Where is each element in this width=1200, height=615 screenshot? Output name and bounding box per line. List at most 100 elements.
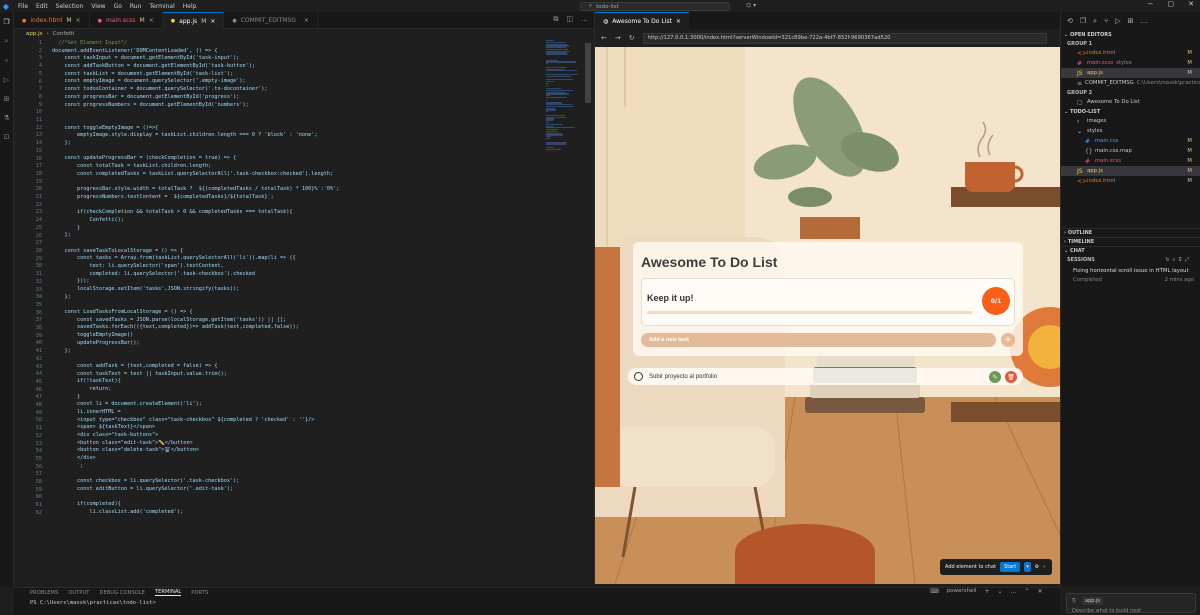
task-input[interactable]: Add a new task [641, 333, 996, 347]
sidebar-file-item[interactable]: # main.css M [1061, 136, 1200, 146]
chevron-down-icon[interactable]: ▾ [1024, 562, 1031, 572]
menu-item-go[interactable]: Go [114, 3, 122, 10]
editor-tab[interactable]: ● COMMIT_EDITMSG × [224, 12, 318, 29]
menu-item-terminal[interactable]: Terminal [149, 3, 174, 10]
breadcrumb: app.js › Confetti [14, 29, 594, 38]
sidebar-file-item[interactable]: <> index.html M [1061, 176, 1200, 186]
edit-task-button[interactable]: ✎ [989, 371, 1001, 383]
panel-tab-debug-console[interactable]: DEBUG CONSOLE [99, 590, 144, 596]
menu-item-run[interactable]: Run [130, 3, 142, 10]
project-header[interactable]: ⌄ TODO-LIST [1061, 107, 1200, 116]
line-number: 33 [35, 286, 42, 293]
browser-tab[interactable]: ◍ Awesome To Do List × [595, 12, 689, 29]
split-editor-icon[interactable]: ◫ [566, 15, 573, 24]
sessions-actions-icon[interactable]: ↻⌕⊽⤢ [1165, 257, 1192, 263]
breadcrumb-symbol[interactable]: Confetti [53, 31, 75, 37]
editor-tab[interactable]: ● main.scss M × [90, 12, 163, 29]
sidebar-file-item[interactable]: JS app.js M [1061, 68, 1200, 78]
panel-tab-output[interactable]: OUTPUT [68, 590, 89, 596]
source-control-icon[interactable]: ⑂ [1104, 17, 1108, 25]
terminal-shell[interactable]: powershell [947, 588, 977, 595]
attach-icon[interactable]: ⎘ [1072, 598, 1076, 604]
run-debug-icon[interactable]: ▷ [4, 76, 9, 84]
search-icon[interactable]: ⌕ [1093, 17, 1097, 26]
breadcrumb-file[interactable]: app.js [26, 31, 43, 37]
close-icon[interactable]: ✕ [1188, 0, 1194, 8]
menu-item-view[interactable]: View [91, 3, 105, 10]
timeline-header[interactable]: › TIMELINE [1061, 237, 1200, 246]
chat-session-item[interactable]: Fixing horizontal scroll issue in HTML l… [1061, 264, 1200, 283]
sidebar-file-item[interactable]: {} main.css.map M [1061, 146, 1200, 156]
sidebar-file-item[interactable]: › images [1061, 116, 1200, 126]
line-number: 27 [35, 240, 42, 247]
scrollbar-thumb[interactable] [585, 43, 591, 103]
editor-scrollbar[interactable] [584, 38, 592, 584]
gear-icon[interactable]: ⚙ [1035, 564, 1039, 570]
remote-icon[interactable]: ⊡ [4, 133, 10, 141]
minimize-icon[interactable]: − [1148, 0, 1154, 8]
editor-tab[interactable]: ● app.js M × [162, 12, 225, 29]
close-panel-icon[interactable]: ✕ [1038, 588, 1043, 595]
code-editor[interactable]: 1 2 3 4 5 6 7 8 9 10 11 12 13 14 15 16 17 18 19 20 21 22 23 24 2… [14, 38, 594, 584]
more-icon[interactable]: … [1011, 588, 1017, 595]
panel-tab-problems[interactable]: PROBLEMS [30, 590, 58, 596]
maximize-icon[interactable]: ▢ [1168, 0, 1175, 8]
copilot-icon[interactable]: ⌬ ▾ [746, 2, 756, 9]
back-icon[interactable]: ← [601, 34, 607, 42]
panel-tab-terminal[interactable]: TERMINAL [154, 589, 182, 596]
reload-icon[interactable]: ↻ [629, 34, 635, 42]
panel-tab-ports[interactable]: PORTS [191, 590, 208, 596]
menu-item-help[interactable]: Help [183, 3, 197, 10]
command-center-search[interactable]: ⌕ todo-list [580, 2, 730, 11]
menu-item-selection[interactable]: Selection [56, 3, 84, 10]
extensions-icon[interactable]: ⊞ [4, 95, 10, 103]
search-icon[interactable]: ⌕ [5, 37, 9, 46]
open-editors-header[interactable]: ⌄ OPEN EDITORS [1061, 30, 1200, 39]
more-actions-icon[interactable]: … [581, 15, 588, 24]
testing-icon[interactable]: ⚗ [3, 114, 9, 122]
sidebar-file-item[interactable]: # main.scss M [1061, 156, 1200, 166]
start-button[interactable]: Start [1000, 562, 1021, 572]
task-checkbox[interactable] [634, 372, 643, 381]
group-2-label[interactable]: GROUP 2 [1061, 88, 1200, 97]
delete-task-button[interactable]: 🗑 [1005, 371, 1017, 383]
close-tab-icon[interactable]: × [149, 17, 154, 24]
code-content[interactable]: //*Get Element Input*/document.addEventL… [52, 40, 532, 517]
run-icon[interactable]: ▷ [1115, 17, 1120, 25]
minimap[interactable] [546, 40, 580, 150]
outline-header[interactable]: › OUTLINE [1061, 228, 1200, 237]
close-tab-icon[interactable]: × [210, 18, 215, 25]
sidebar-file-item[interactable]: ≡ COMMIT_EDITMSG C:\Users\maxsk\practicas [1061, 78, 1200, 88]
source-control-icon[interactable]: ⑂ [4, 57, 8, 65]
sidebar-file-item[interactable]: <> index.html M [1061, 48, 1200, 58]
sidebar-file-item[interactable]: ▢ Awesome To Do List [1061, 97, 1200, 107]
chat-header[interactable]: ⌄ CHAT [1061, 246, 1200, 255]
chevron-down-icon[interactable]: ⌄ [998, 588, 1003, 595]
more-icon[interactable]: … [1141, 17, 1148, 25]
add-task-button[interactable]: + [1001, 333, 1015, 347]
sidebar-file-item[interactable]: # main.scss styles M [1061, 58, 1200, 68]
close-icon[interactable]: × [676, 18, 681, 25]
menu-item-edit[interactable]: Edit [36, 3, 48, 10]
close-tab-icon[interactable]: × [76, 17, 81, 24]
chat-input[interactable]: ⎘ app.js Describe what to build next [1066, 593, 1196, 614]
explorer-icon[interactable]: ❐ [3, 18, 9, 26]
sidebar-file-item[interactable]: JS app.js M [1061, 166, 1200, 176]
compare-icon[interactable]: ⧉ [553, 15, 558, 24]
group-1-label[interactable]: GROUP 1 [1061, 39, 1200, 48]
new-file-icon[interactable]: ⟲ [1067, 17, 1073, 25]
terminal[interactable]: PS C:\Users\maxsk\practicas\todo-list> [14, 597, 1060, 615]
maximize-panel-icon[interactable]: ⌃ [1025, 588, 1030, 595]
files-icon[interactable]: ❐ [1080, 17, 1086, 25]
close-tab-icon[interactable]: × [304, 17, 309, 24]
url-field[interactable]: http://127.0.0.1:3000/index.html?serverW… [642, 32, 1047, 44]
context-file-chip[interactable]: app.js [1082, 597, 1104, 605]
menu-item-file[interactable]: File [18, 3, 28, 10]
editor-tab[interactable]: ● index.html M × [14, 12, 90, 29]
session-title: Fixing horizontal scroll issue in HTML l… [1073, 268, 1189, 274]
extensions-icon[interactable]: ⊞ [1128, 17, 1134, 25]
chevron-right-icon[interactable]: › [1043, 564, 1045, 570]
sidebar-file-item[interactable]: ⌄ styles [1061, 126, 1200, 136]
add-terminal-icon[interactable]: + [984, 588, 989, 595]
forward-icon[interactable]: → [615, 34, 621, 42]
